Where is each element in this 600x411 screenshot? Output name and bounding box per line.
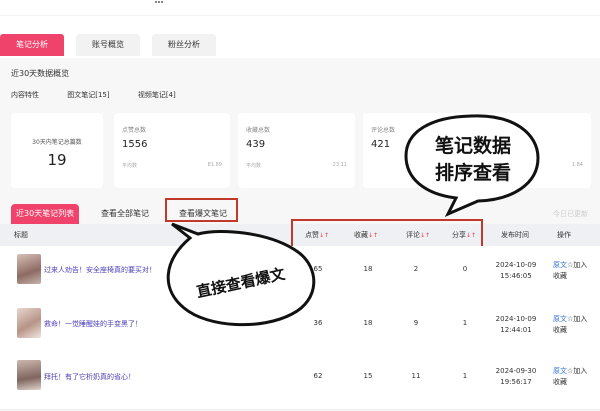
tab-account-overview[interactable]: 账号概览 bbox=[76, 34, 140, 56]
saves-avg-label: 平均数 bbox=[246, 163, 262, 169]
tab-recent-notes[interactable]: 近30天笔记列表 bbox=[11, 204, 80, 224]
header-publish-time: 发布时间 bbox=[501, 231, 529, 239]
sort-note-line2: 排序查看 bbox=[435, 161, 511, 184]
original-link[interactable]: 原文 bbox=[553, 367, 567, 375]
sort-note-line1: 笔记数据 bbox=[435, 134, 511, 157]
publish-clock: 19:56:17 bbox=[500, 378, 532, 386]
publish-time: 2024-10-09 15:46:05 bbox=[490, 260, 542, 282]
table-row[interactable]: 拜托！有了它析奶真的省心！ 62 15 11 1 2024-09-30 19:56… bbox=[0, 352, 600, 410]
publish-date: 2024-10-09 bbox=[495, 261, 537, 269]
filter-video-notes[interactable]: 视频笔记[4] bbox=[138, 91, 176, 99]
saves-value: 439 bbox=[246, 139, 266, 150]
header-actions: 操作 bbox=[557, 231, 571, 239]
hot-note-bubble: 直接查看爆文 bbox=[166, 222, 316, 327]
publish-time: 2024-09-30 19:56:17 bbox=[490, 366, 542, 388]
publish-clock: 15:46:05 bbox=[500, 272, 532, 280]
saves-avg-value: 23.11 bbox=[332, 162, 347, 168]
comments-cell: 11 bbox=[411, 372, 421, 380]
publish-date: 2024-10-09 bbox=[495, 315, 537, 323]
note-thumbnail[interactable] bbox=[17, 308, 41, 338]
publish-time: 2024-10-09 12:44:01 bbox=[490, 314, 542, 336]
saves-cell: 18 bbox=[363, 319, 373, 327]
sort-note-bubble: 笔记数据 排序查看 bbox=[404, 114, 540, 218]
note-thumbnail[interactable] bbox=[17, 254, 41, 284]
today-refresh-status: 今日已更新 bbox=[553, 210, 588, 218]
total-notes-card: 30天内笔记总篇数 19 bbox=[11, 113, 103, 188]
saves-cell: 18 bbox=[363, 265, 373, 273]
publish-date: 2024-09-30 bbox=[495, 367, 537, 375]
hot-notes-highlight bbox=[165, 198, 238, 222]
shares-avg-value: 1.84 bbox=[571, 162, 583, 168]
filter-label: 内容特性 bbox=[11, 91, 39, 99]
row-actions: 原文☆加入收藏 bbox=[553, 314, 589, 336]
row-actions: 原文☆加入收藏 bbox=[553, 366, 589, 388]
original-link[interactable]: 原文 bbox=[553, 315, 567, 323]
likes-card: 点赞总数 1556 平均数 81.89 bbox=[114, 113, 230, 188]
main-tabs: 笔记分析 账号概览 粉丝分析 bbox=[0, 32, 600, 58]
tab-all-notes[interactable]: 查看全部笔记 bbox=[101, 204, 149, 224]
overview-title: 近30天数据概览 bbox=[11, 69, 70, 78]
tab-note-analysis[interactable]: 笔记分析 bbox=[0, 34, 64, 56]
comments-cell: 2 bbox=[413, 265, 419, 273]
shares-cell: 1 bbox=[462, 372, 468, 380]
note-title[interactable]: 过来人劝告！安全座椅真的要买对！ bbox=[44, 265, 156, 275]
row-actions: 原文☆加入收藏 bbox=[553, 260, 589, 282]
original-link[interactable]: 原文 bbox=[553, 261, 567, 269]
note-title[interactable]: 拜托！有了它析奶真的省心！ bbox=[44, 372, 135, 382]
comments-label: 评论总数 bbox=[371, 127, 396, 134]
likes-avg-value: 81.89 bbox=[207, 162, 222, 168]
note-thumbnail[interactable] bbox=[17, 360, 41, 390]
comments-cell: 9 bbox=[413, 319, 419, 327]
note-title[interactable]: 救命！一觉睡醒娃的手变黑了！ bbox=[44, 319, 142, 329]
header-title: 标题 bbox=[14, 231, 28, 239]
top-strip bbox=[0, 0, 600, 16]
total-notes-label: 30天内笔记总篇数 bbox=[32, 139, 82, 146]
tab-fan-analysis[interactable]: 粉丝分析 bbox=[152, 34, 216, 56]
filter-image-notes[interactable]: 图文笔记[15] bbox=[67, 91, 109, 99]
likes-value: 1556 bbox=[122, 139, 148, 150]
likes-label: 点赞总数 bbox=[122, 127, 147, 134]
saves-label: 收藏总数 bbox=[246, 127, 271, 134]
more-dots-icon bbox=[155, 0, 163, 3]
content-filters: 内容特性 图文笔记[15] 视频笔记[4] bbox=[11, 90, 202, 100]
publish-clock: 12:44:01 bbox=[500, 326, 532, 334]
comments-value: 421 bbox=[371, 139, 391, 150]
shares-cell: 1 bbox=[462, 319, 468, 327]
shares-cell: 0 bbox=[462, 265, 468, 273]
likes-cell: 62 bbox=[313, 372, 323, 380]
likes-avg-label: 平均数 bbox=[122, 163, 138, 169]
total-notes-value: 19 bbox=[47, 151, 67, 169]
saves-cell: 15 bbox=[363, 372, 373, 380]
saves-card: 收藏总数 439 平均数 23.11 bbox=[238, 113, 355, 188]
